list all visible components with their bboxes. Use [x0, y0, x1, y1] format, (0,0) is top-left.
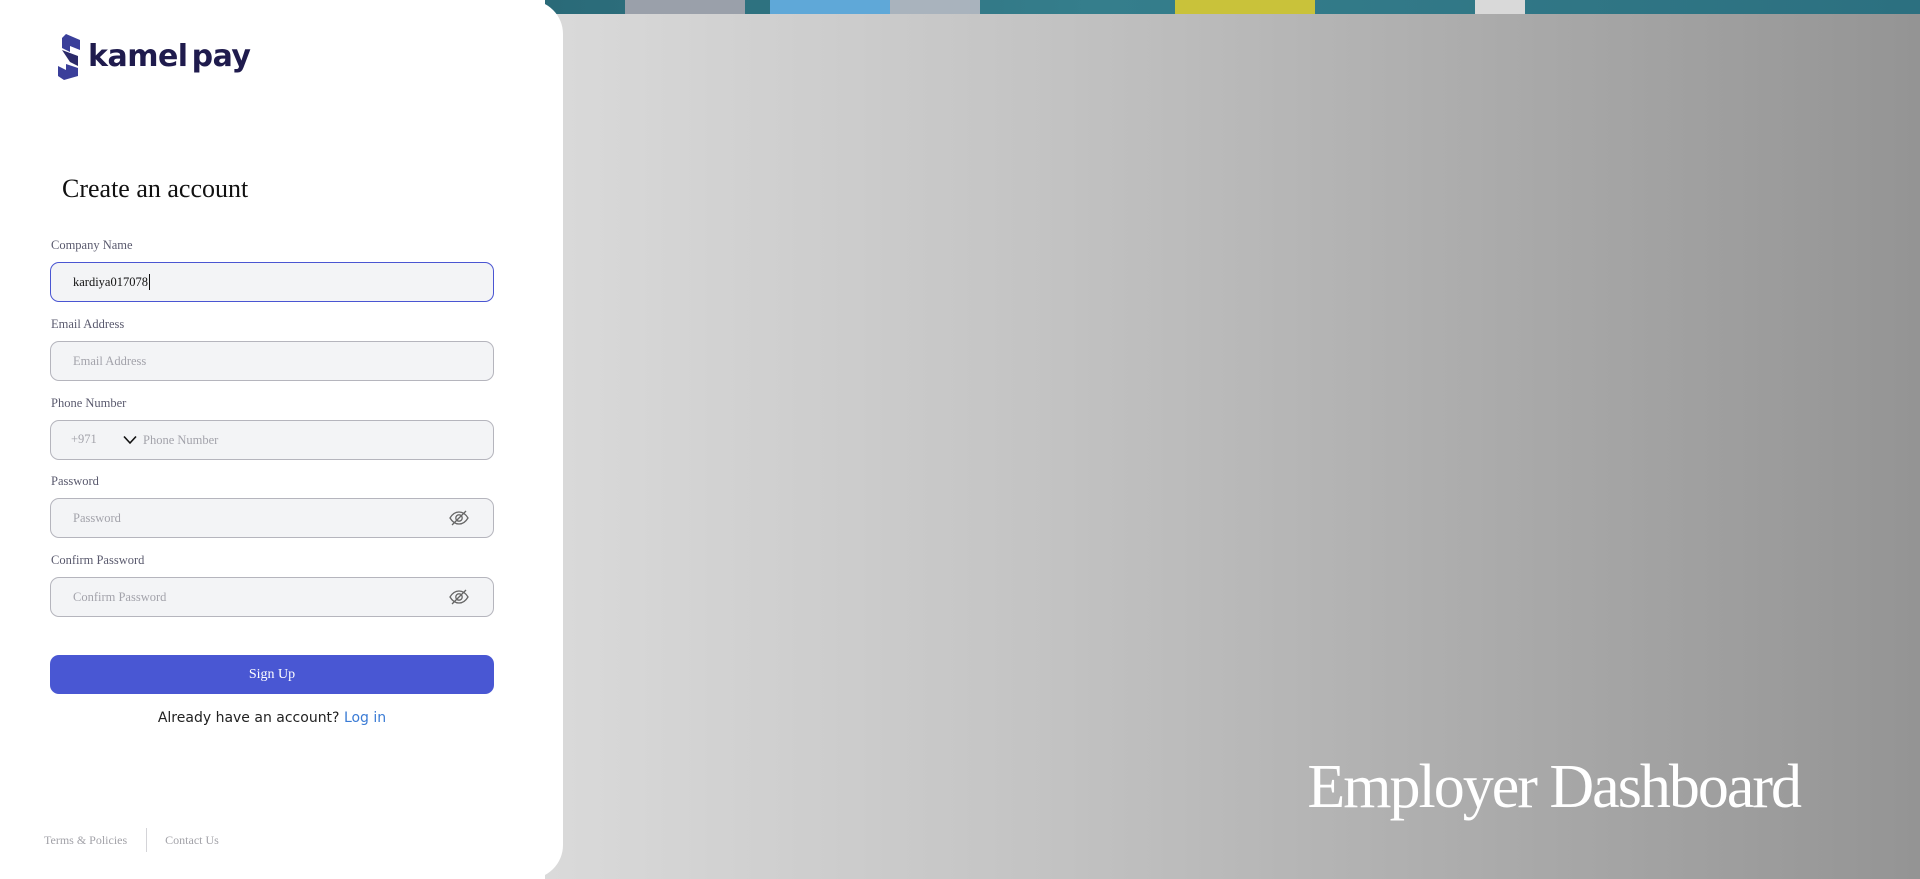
- chevron-down-icon: [123, 435, 137, 445]
- company-name-box: [50, 262, 494, 302]
- log-in-link[interactable]: Log in: [344, 710, 386, 726]
- password-label: Password: [51, 474, 99, 488]
- password-box: [50, 498, 494, 538]
- footer-divider: [146, 828, 148, 852]
- contact-us-link[interactable]: Contact Us: [165, 833, 219, 848]
- hero-image-strip: [545, 0, 1920, 14]
- signup-page: Employer Dashboard kamel pay Create an ac…: [0, 0, 1920, 879]
- page-title: Create an account: [62, 174, 249, 203]
- confirm-password-box: [50, 577, 494, 617]
- signup-panel: kamel pay Create an account Company Name …: [0, 0, 563, 879]
- password-input[interactable]: [73, 499, 433, 537]
- eye-off-icon[interactable]: [449, 509, 469, 527]
- country-code-select[interactable]: +971: [69, 421, 137, 459]
- footer: Terms & Policies Contact Us: [44, 828, 219, 852]
- email-input[interactable]: [73, 342, 433, 380]
- kamelpay-logo-icon: [58, 34, 80, 80]
- login-prompt-text: Already have an account?: [157, 710, 340, 726]
- terms-policies-link[interactable]: Terms & Policies: [44, 833, 127, 848]
- confirm-password-label: Confirm Password: [51, 553, 145, 567]
- email-label: Email Address: [51, 317, 125, 331]
- phone-box: +971: [50, 420, 494, 460]
- confirm-password-input[interactable]: [73, 578, 433, 616]
- email-box: [50, 341, 494, 381]
- phone-label: Phone Number: [51, 396, 127, 410]
- company-name-label: Company Name: [51, 238, 133, 252]
- text-caret: [148, 274, 150, 290]
- eye-off-icon[interactable]: [449, 588, 469, 606]
- country-code-value: +971: [71, 432, 97, 446]
- login-prompt: Already have an account? Log in: [0, 710, 544, 726]
- sign-up-button[interactable]: Sign Up: [50, 655, 494, 694]
- brand-logo[interactable]: kamel pay: [56, 32, 251, 82]
- hero-title: Employer Dashboard: [1307, 753, 1802, 821]
- brand-name: kamel pay: [88, 39, 251, 74]
- hero-panel: Employer Dashboard: [545, 0, 1920, 879]
- company-name-input[interactable]: [73, 263, 433, 301]
- phone-input[interactable]: [143, 421, 473, 459]
